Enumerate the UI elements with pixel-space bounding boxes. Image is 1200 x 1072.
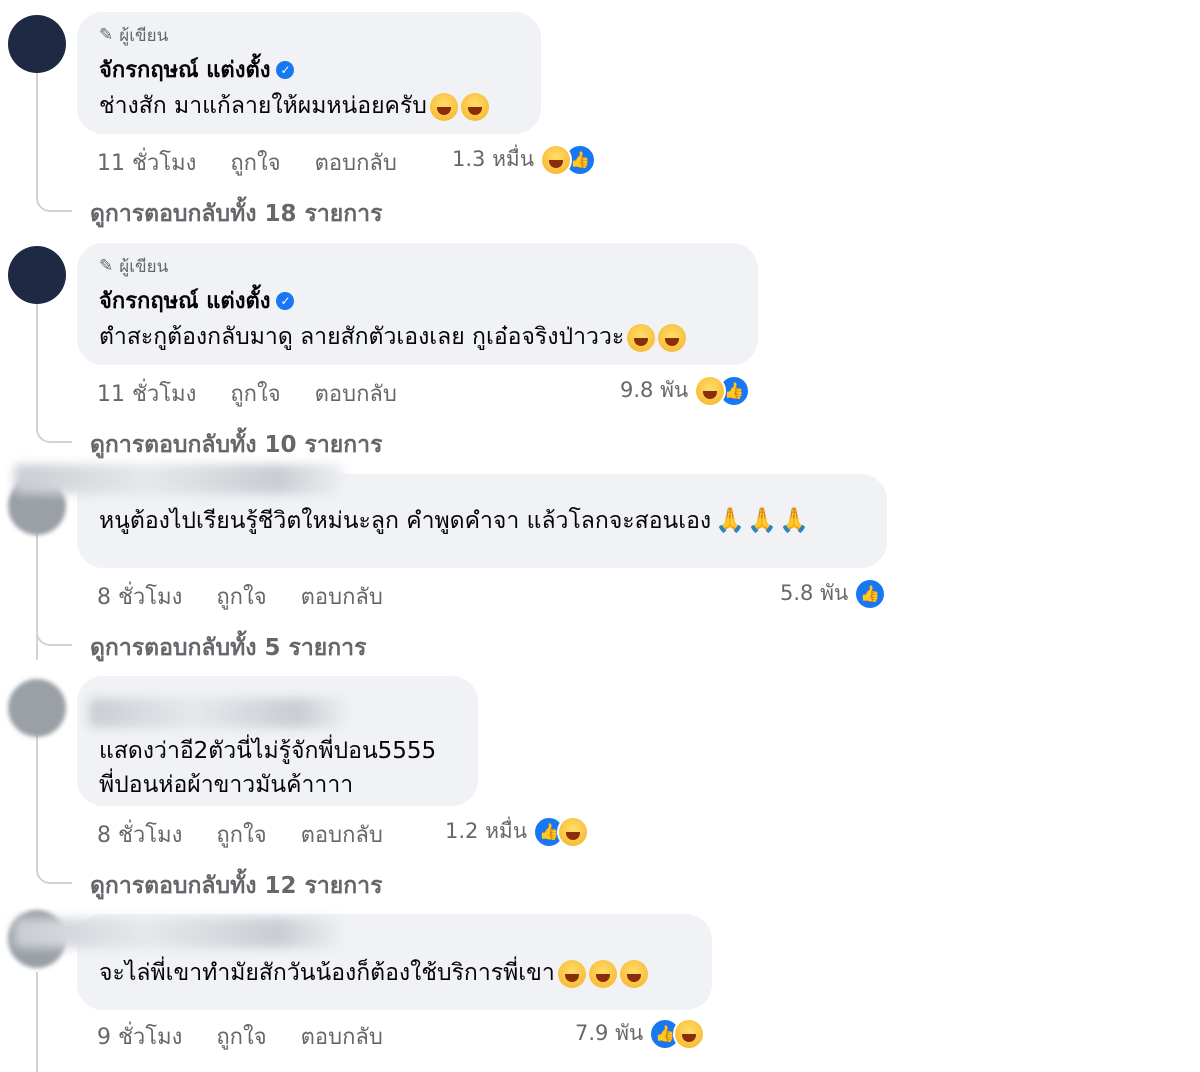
reply-button[interactable]: ตอบกลับ: [315, 145, 397, 180]
comment-bubble: ✎ ผู้เขียน จักรกฤษณ์ แต่งตั้ง ✓ ช่างสัก มา…: [77, 12, 541, 134]
laughing-emoji-icon: [429, 92, 458, 121]
comment-text: แสดงว่าอี2ตัวนี่ไม่รู้จักพี่ปอน5555 พี่ปอ…: [99, 738, 437, 798]
like-button[interactable]: ถูกใจ: [230, 376, 280, 411]
like-button[interactable]: ถูกใจ: [216, 1019, 266, 1054]
avatar[interactable]: [8, 15, 66, 73]
praying-hands-icon: 🙏: [715, 506, 746, 534]
comment-text: จะไล่พี่เขาทำมัยสักวันน้องก็ต้องใช้บริกา…: [99, 956, 690, 990]
reply-button[interactable]: ตอบกลับ: [301, 817, 383, 852]
comment-bubble: หนูต้องไปเรียนรู้ชีวิตใหม่นะลูก คำพูดคำจ…: [14, 464, 887, 568]
blurred-commenter-name: [89, 698, 349, 728]
reply-button[interactable]: ตอบกลับ: [315, 376, 397, 411]
view-replies-link[interactable]: ดูการตอบกลับทั้ง 12 รายการ: [90, 868, 382, 904]
praying-hands-icon: 🙏: [779, 506, 810, 534]
comment-time[interactable]: 9 ชั่วโมง: [97, 1019, 182, 1054]
avatar[interactable]: [8, 246, 66, 304]
haha-icon: [673, 1017, 706, 1050]
comment-bubble: จะไล่พี่เขาทำมัยสักวันน้องก็ต้องใช้บริกา…: [14, 914, 712, 1010]
like-button[interactable]: ถูกใจ: [216, 579, 266, 614]
reaction-summary[interactable]: 7.9 พัน 👍: [575, 1017, 706, 1050]
verified-icon: ✓: [276, 291, 295, 310]
avatar[interactable]: [8, 679, 66, 737]
like-button[interactable]: ถูกใจ: [230, 145, 280, 180]
comment-text: ตำสะกูต้องกลับมาดู ลายสักตัวเองเลย กูเอ๋…: [99, 320, 736, 354]
pencil-icon: ✎: [99, 25, 114, 45]
laughing-emoji-icon: [658, 323, 687, 352]
like-icon: 👍: [854, 577, 887, 610]
pencil-icon: ✎: [99, 256, 114, 276]
haha-icon: [540, 143, 573, 176]
blurred-commenter-name: [14, 918, 344, 948]
reaction-summary[interactable]: 1.3 หมื่น 👍: [452, 143, 597, 176]
blurred-commenter-name: [14, 464, 344, 494]
comment-bubble: ✎ ผู้เขียน จักรกฤษณ์ แต่งตั้ง ✓ ตำสะกูต้อง…: [77, 243, 758, 365]
laughing-emoji-icon: [460, 92, 489, 121]
comment-bubble: แสดงว่าอี2ตัวนี่ไม่รู้จักพี่ปอน5555 พี่ปอ…: [77, 676, 478, 806]
comment-text: ช่างสัก มาแก้ลายให้ผมหน่อยครับ: [99, 89, 519, 123]
laughing-emoji-icon: [627, 323, 656, 352]
author-badge: ผู้เขียน: [119, 25, 169, 46]
commenter-name[interactable]: จักรกฤษณ์ แต่งตั้ง: [99, 52, 270, 87]
laughing-emoji-icon: [619, 959, 648, 988]
reaction-summary[interactable]: 1.2 หมื่น 👍: [445, 815, 590, 848]
comment-time[interactable]: 8 ชั่วโมง: [97, 579, 182, 614]
comment-time[interactable]: 8 ชั่วโมง: [97, 817, 182, 852]
laughing-emoji-icon: [588, 959, 617, 988]
view-replies-link[interactable]: ดูการตอบกลับทั้ง 5 รายการ: [90, 630, 366, 666]
commenter-name[interactable]: จักรกฤษณ์ แต่งตั้ง: [99, 283, 270, 318]
haha-icon: [557, 815, 590, 848]
comment-time[interactable]: 11 ชั่วโมง: [97, 376, 196, 411]
comment-time[interactable]: 11 ชั่วโมง: [97, 145, 196, 180]
view-replies-link[interactable]: ดูการตอบกลับทั้ง 10 รายการ: [90, 427, 382, 463]
haha-icon: [694, 374, 727, 407]
view-replies-link[interactable]: ดูการตอบกลับทั้ง 18 รายการ: [90, 196, 382, 232]
praying-hands-icon: 🙏: [747, 506, 778, 534]
reaction-summary[interactable]: 9.8 พัน 👍: [620, 374, 751, 407]
like-button[interactable]: ถูกใจ: [216, 817, 266, 852]
verified-icon: ✓: [276, 60, 295, 79]
reply-button[interactable]: ตอบกลับ: [301, 1019, 383, 1054]
comment-text: หนูต้องไปเรียนรู้ชีวิตใหม่นะลูก คำพูดคำจ…: [99, 506, 810, 534]
laughing-emoji-icon: [557, 959, 586, 988]
author-badge: ผู้เขียน: [119, 256, 169, 277]
reply-button[interactable]: ตอบกลับ: [301, 579, 383, 614]
reaction-summary[interactable]: 5.8 พัน 👍: [780, 577, 887, 610]
